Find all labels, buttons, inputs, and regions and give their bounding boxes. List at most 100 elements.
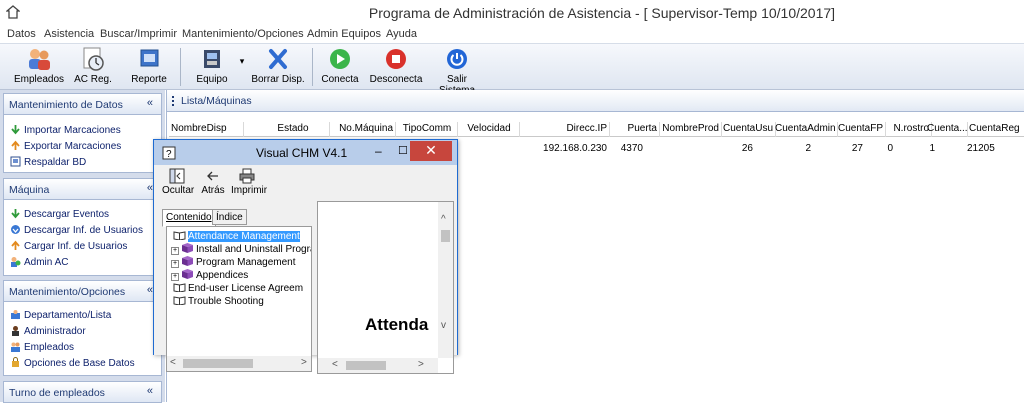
- scrollbar-thumb[interactable]: [346, 361, 386, 370]
- column-header[interactable]: Velocidad: [459, 123, 519, 134]
- atras-button[interactable]: Atrás: [200, 167, 226, 196]
- collapse-icon[interactable]: «: [147, 385, 153, 397]
- expand-icon[interactable]: +: [171, 260, 179, 268]
- open-book-icon: [173, 283, 186, 292]
- borrar-disp-button[interactable]: Borrar Disp.: [251, 46, 305, 88]
- cell-cuenta-fp: 27: [851, 143, 863, 154]
- scroll-up-icon[interactable]: ^: [441, 214, 446, 225]
- tree-item-program-management[interactable]: + Program Management: [171, 256, 296, 268]
- scroll-right-icon[interactable]: >: [301, 357, 307, 368]
- column-separator: [395, 122, 396, 137]
- back-arrow-icon: [207, 171, 218, 181]
- expand-icon[interactable]: +: [171, 273, 179, 281]
- maximize-icon[interactable]: ☐: [398, 144, 408, 157]
- menu-admin-equipos[interactable]: Admin Equipos: [307, 28, 381, 40]
- download-arrow-icon: [11, 209, 20, 219]
- group-header-maquina[interactable]: Máquina «: [3, 178, 162, 200]
- expand-icon[interactable]: +: [171, 247, 179, 255]
- database-lock-icon: [12, 357, 19, 367]
- conecta-button[interactable]: Conecta: [320, 46, 360, 88]
- content-horizontal-scrollbar[interactable]: < >: [318, 358, 438, 373]
- minimize-icon[interactable]: ‒: [375, 144, 382, 158]
- column-header[interactable]: CuentaFP: [837, 123, 883, 134]
- salir-sistema-button[interactable]: Salir Sistema: [430, 46, 484, 96]
- tree-item-attendance-management[interactable]: Attendance Management: [173, 230, 300, 242]
- sidebar-item-cargar-usuarios[interactable]: Cargar Inf. de Usuarios: [10, 240, 127, 252]
- chm-body: Ocultar Atrás Imprimir Contenido Índice …: [154, 165, 457, 374]
- tree-item-install-uninstall[interactable]: + Install and Uninstall Progra: [171, 243, 311, 255]
- menu-datos[interactable]: Datos: [7, 28, 36, 40]
- scroll-down-icon[interactable]: v: [441, 320, 446, 331]
- sidebar-item-importar-marcaciones[interactable]: Importar Marcaciones: [10, 124, 121, 136]
- column-header[interactable]: Direcc.IP: [519, 123, 607, 134]
- column-separator: [243, 122, 244, 137]
- ocultar-button[interactable]: Ocultar: [162, 167, 194, 196]
- sidebar-item-empleados[interactable]: Empleados: [10, 341, 74, 353]
- column-header[interactable]: Cuenta...: [927, 123, 968, 134]
- sidebar-item-exportar-marcaciones[interactable]: Exportar Marcaciones: [10, 140, 121, 152]
- ac-reg-button[interactable]: AC Reg.: [72, 46, 114, 88]
- tab-contenido[interactable]: Contenido: [162, 209, 216, 227]
- equipo-label: Equipo: [196, 74, 228, 85]
- scrollbar-thumb[interactable]: [183, 359, 253, 368]
- reporte-label: Reporte: [131, 74, 167, 85]
- imprimir-button[interactable]: Imprimir: [231, 167, 267, 196]
- tree-item-appendices[interactable]: + Appendices: [171, 269, 248, 281]
- sidebar-item-opciones-bd[interactable]: Opciones de Base Datos: [10, 357, 135, 369]
- desconecta-button[interactable]: Desconecta: [368, 46, 424, 88]
- contents-tree: Attendance Management + Install and Unins…: [166, 226, 312, 372]
- cell-cuenta-admin: 2: [805, 143, 811, 154]
- tree-horizontal-scrollbar[interactable]: < >: [167, 356, 311, 371]
- column-header[interactable]: NombreDisp: [171, 123, 231, 134]
- power-icon: [447, 49, 467, 69]
- menu-mantenimiento-opciones[interactable]: Mantenimiento/Opciones: [182, 28, 304, 40]
- tab-indice[interactable]: Índice: [212, 209, 247, 225]
- sidebar-item-departamento-lista[interactable]: Departamento/Lista: [10, 309, 111, 321]
- collapse-icon[interactable]: «: [147, 97, 153, 109]
- column-header[interactable]: CuentaUsu: [723, 123, 773, 134]
- column-header[interactable]: Puerta: [609, 123, 657, 134]
- sidebar-item-descargar-usuarios[interactable]: Descargar Inf. de Usuarios: [10, 224, 143, 236]
- group-header-turno-empleados[interactable]: Turno de empleados «: [3, 381, 162, 403]
- printer-icon: [239, 168, 255, 184]
- group-body-mantenimiento-datos: Importar Marcaciones Exportar Marcacione…: [3, 115, 162, 173]
- close-button[interactable]: ✕: [410, 141, 452, 161]
- empleados-button[interactable]: Empleados: [14, 46, 64, 88]
- admin-ac-icon: [11, 257, 21, 267]
- column-header[interactable]: N.rostro: [885, 123, 929, 134]
- column-header[interactable]: TipoComm: [397, 123, 457, 134]
- open-book-icon: [173, 231, 186, 240]
- menu-asistencia[interactable]: Asistencia: [44, 28, 94, 40]
- content-vertical-scrollbar[interactable]: ^ v: [438, 202, 453, 358]
- table-header: NombreDisp Estado No.Máquina TipoComm Ve…: [169, 122, 1024, 137]
- column-header[interactable]: No.Máquina: [331, 123, 393, 134]
- backup-icon: [10, 156, 21, 167]
- menu-ayuda[interactable]: Ayuda: [386, 28, 417, 40]
- group-header-mantenimiento-datos[interactable]: Mantenimiento de Datos «: [3, 93, 162, 115]
- group-header-mantenimiento-opciones[interactable]: Mantenimiento/Opciones «: [3, 280, 162, 302]
- cell-n-rostro: 0: [887, 143, 893, 154]
- menu-buscar-imprimir[interactable]: Buscar/Imprimir: [100, 28, 177, 40]
- tree-item-trouble-shooting[interactable]: Trouble Shooting: [173, 295, 264, 307]
- cell-cuenta: 1: [929, 143, 935, 154]
- book-icon: [182, 243, 193, 253]
- scrollbar-thumb[interactable]: [441, 230, 450, 242]
- column-header[interactable]: CuentaAdmin: [775, 123, 836, 134]
- chm-help-window: ? Visual CHM V4.1 ‒ ☐ ✕ Ocultar Atrás Im…: [153, 139, 458, 374]
- chm-title-bar: ? Visual CHM V4.1 ‒ ☐ ✕: [154, 140, 457, 165]
- scroll-right-icon[interactable]: >: [418, 359, 424, 370]
- column-header[interactable]: Estado: [247, 123, 339, 134]
- equipo-button[interactable]: Equipo: [192, 46, 232, 88]
- sidebar-item-descargar-eventos[interactable]: Descargar Eventos: [10, 208, 109, 220]
- scroll-left-icon[interactable]: <: [332, 359, 338, 370]
- device-icon: [204, 50, 220, 68]
- sidebar-item-respaldar-bd[interactable]: Respaldar BD: [10, 156, 86, 168]
- column-header[interactable]: CuentaReg: [967, 123, 1020, 134]
- column-header[interactable]: NombreProd: [661, 123, 719, 134]
- sidebar-item-administrador[interactable]: Administrador: [10, 325, 86, 337]
- tree-item-end-user-license[interactable]: End-user License Agreem: [173, 282, 303, 294]
- reporte-button[interactable]: Reporte: [128, 46, 170, 88]
- scroll-left-icon[interactable]: <: [170, 357, 176, 368]
- sidebar-item-admin-ac[interactable]: Admin AC: [10, 256, 68, 268]
- group-title: Turno de empleados: [9, 387, 105, 399]
